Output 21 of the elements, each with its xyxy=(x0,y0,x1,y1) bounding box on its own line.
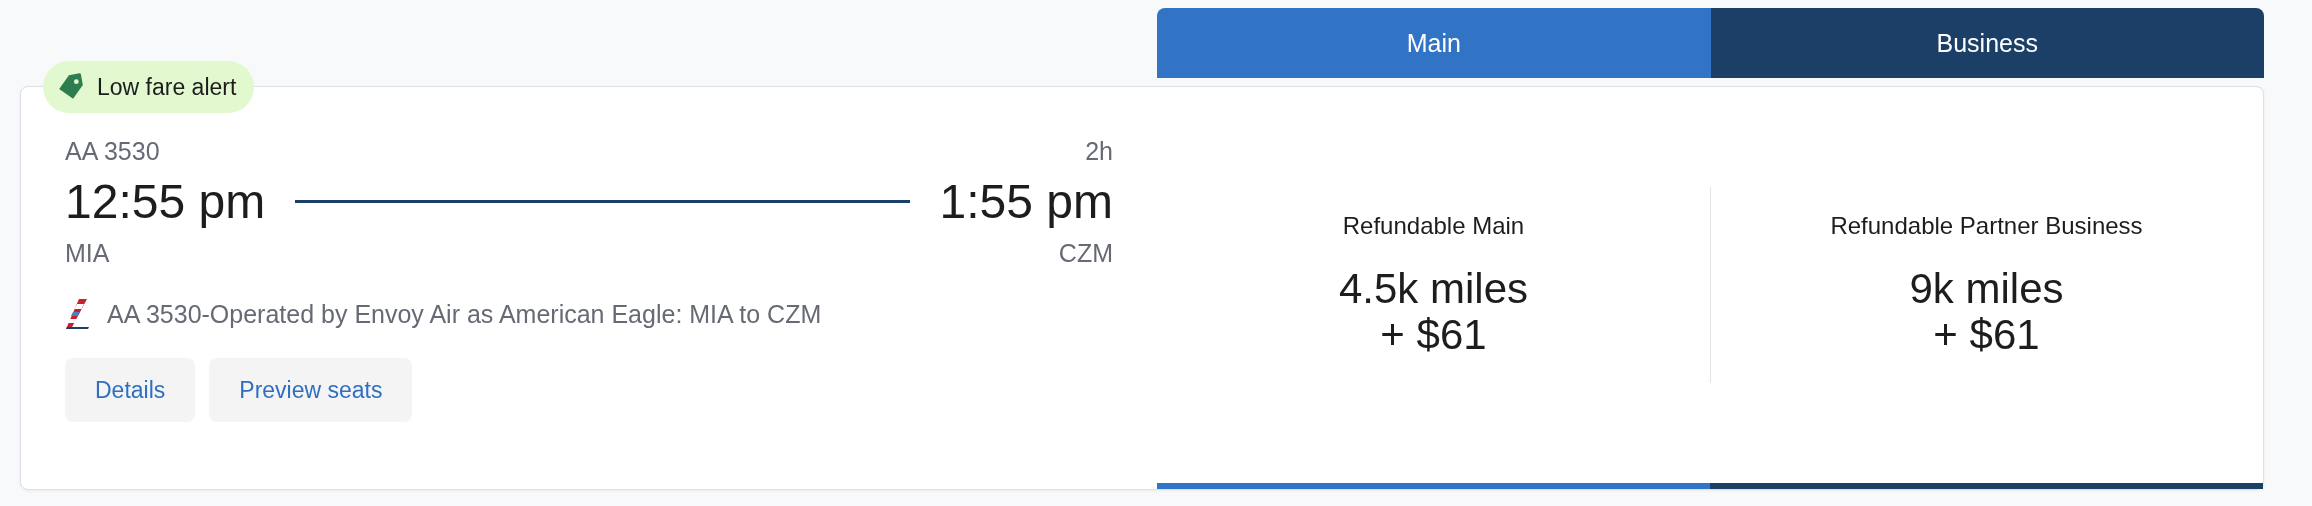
tail-icon xyxy=(65,298,89,330)
flight-button[interactable]: Preview seats xyxy=(209,358,413,422)
fare-option[interactable]: Refundable Partner Business 9k miles + $61 xyxy=(1710,87,2263,489)
destination-code: CZM xyxy=(1058,239,1113,268)
arrival-time: 1:55 pm xyxy=(939,174,1113,229)
cabin-tab[interactable]: Main xyxy=(1157,8,1711,78)
flight-duration: 2h xyxy=(1085,137,1113,166)
fare-title: Refundable Partner Business xyxy=(1830,211,2143,240)
fare-price: + $61 xyxy=(1380,312,1487,359)
fare-price: + $61 xyxy=(1933,312,2040,359)
fare-title: Refundable Main xyxy=(1342,211,1525,240)
operator-text: AA 3530-Operated by Envoy Air as American Eagle: MIA to CZM xyxy=(107,299,822,329)
origin-code: MIA xyxy=(65,239,110,268)
flight-number: AA 3530 xyxy=(65,137,160,166)
departure-time: 12:55 pm xyxy=(65,174,266,229)
fare-miles: 9k miles xyxy=(1909,265,2064,312)
cabin-tab[interactable]: Business xyxy=(1710,8,2264,78)
fare-option[interactable]: Refundable Main 4.5k miles + $61 xyxy=(1157,87,1710,489)
badge-label: Low fare alert xyxy=(97,73,237,101)
fare-miles: 4.5k miles xyxy=(1338,265,1529,312)
flight-button[interactable]: Details xyxy=(65,358,196,422)
